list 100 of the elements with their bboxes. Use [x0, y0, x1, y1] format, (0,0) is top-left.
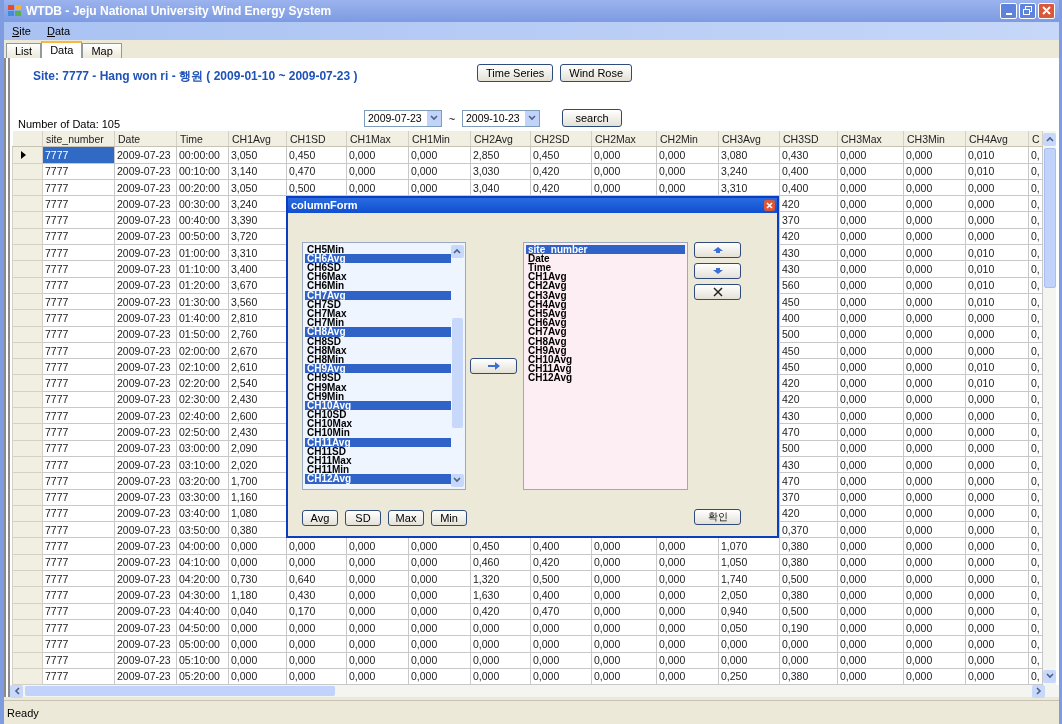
close-icon — [1042, 6, 1051, 16]
list-item[interactable]: CH7Max — [305, 309, 451, 319]
chevron-down-icon — [1045, 673, 1054, 680]
status-bar: Ready — [4, 700, 1059, 724]
list-item[interactable]: CH2Avg — [526, 281, 685, 291]
list-item[interactable]: Time — [526, 263, 685, 273]
list-item[interactable]: CH7Avg — [526, 327, 685, 337]
list-item[interactable]: CH10Avg — [305, 400, 451, 411]
list-item[interactable]: CH8Avg — [526, 336, 685, 346]
date-from-combo[interactable]: 2009-07-23 — [364, 109, 442, 127]
filter-button[interactable]: Max — [388, 509, 424, 526]
available-columns-list[interactable]: CH5Min CH6Avg CH6SD CH6Max CH6Min CH7Avg CH7SD CH7Max CH7Min CH8Avg CH8SD CH8Max CH8Min CH9Avg CH9SD CH9Max CH9Min CH10Avg CH10SD CH10Max CH10Min CH11Avg CH11SD CH11Max CH11Min CH12Avg — [302, 241, 466, 490]
site-label: Site: 7777 - Hang won ri - 행원 ( 2009-01-10 ~ 2009-07-23 ) — [33, 67, 359, 85]
list-item[interactable]: CH9Min — [305, 391, 451, 401]
list-item[interactable]: CH6Min — [305, 281, 451, 291]
column-header[interactable]: Date — [114, 130, 177, 147]
filter-button[interactable]: SD — [345, 509, 381, 526]
list-item[interactable]: CH12Avg — [526, 373, 685, 383]
column-header[interactable]: CH3Avg — [718, 130, 780, 147]
column-header[interactable]: CH2SD — [530, 130, 592, 147]
close-button[interactable] — [1038, 2, 1055, 19]
move-down-button[interactable] — [694, 262, 741, 279]
list-item[interactable]: Date — [526, 253, 685, 264]
chevron-down-icon — [453, 477, 461, 484]
list-item[interactable]: CH1Avg — [526, 272, 685, 282]
list-item[interactable]: CH11Min — [305, 465, 451, 475]
close-icon[interactable] — [764, 199, 775, 211]
date-to-combo[interactable]: 2009-10-23 — [462, 109, 540, 127]
add-column-button[interactable] — [470, 357, 517, 374]
column-header[interactable]: CH1SD — [286, 130, 347, 147]
view-button[interactable]: Wind Rose — [560, 63, 633, 82]
list-item[interactable]: CH7SD — [305, 299, 451, 309]
column-header[interactable]: CH1Max — [346, 130, 409, 147]
column-header[interactable]: CH2Avg — [470, 130, 531, 147]
scroll-thumb[interactable] — [451, 317, 463, 428]
horizontal-scrollbar[interactable] — [10, 685, 1059, 698]
filter-button[interactable]: Avg — [302, 509, 338, 526]
list-item[interactable]: CH8SD — [305, 336, 451, 346]
list-item[interactable]: CH5Min — [305, 244, 451, 254]
chevron-up-icon — [1045, 136, 1054, 143]
filter-button[interactable]: Min — [431, 509, 467, 526]
tab[interactable]: Map — [82, 42, 122, 58]
list-item[interactable]: CH11Avg — [305, 437, 451, 447]
list-item[interactable]: CH9SD — [305, 373, 451, 383]
maximize-button[interactable] — [1019, 2, 1036, 19]
list-item[interactable]: CH9Avg — [305, 364, 451, 374]
column-header[interactable]: CH3Max — [837, 130, 904, 147]
list-item[interactable]: CH9Max — [305, 382, 451, 392]
menu-item[interactable]: Site — [10, 24, 33, 37]
row-pointer-icon — [21, 150, 26, 159]
list-item[interactable]: CH3Avg — [526, 290, 685, 300]
list-item[interactable]: CH10Avg — [526, 354, 685, 365]
column-header[interactable]: CH2Max — [591, 130, 657, 147]
list-item[interactable]: CH6Avg — [305, 253, 451, 264]
column-header[interactable]: CH1Avg — [228, 130, 287, 147]
search-button[interactable]: search — [562, 108, 622, 127]
list-item[interactable]: CH10Max — [305, 419, 451, 429]
tab[interactable]: List — [6, 42, 42, 58]
list-item[interactable]: CH10Min — [305, 428, 451, 438]
view-button[interactable]: Time Series — [477, 63, 554, 82]
move-up-button[interactable] — [694, 241, 741, 258]
column-header[interactable]: Time — [176, 130, 229, 147]
list-scrollbar[interactable] — [451, 244, 463, 487]
list-item[interactable]: CH8Max — [305, 345, 451, 355]
arrow-right-icon — [487, 361, 500, 370]
list-item[interactable]: CH8Min — [305, 354, 451, 365]
list-item[interactable]: CH11Max — [305, 456, 451, 466]
list-item[interactable]: CH10SD — [305, 410, 451, 420]
ok-button[interactable]: 확인 — [694, 508, 741, 525]
column-header[interactable]: CH4Avg — [965, 130, 1029, 147]
minimize-button[interactable] — [1000, 2, 1017, 19]
x-icon — [712, 286, 723, 297]
column-header[interactable]: CH1Min — [408, 130, 471, 147]
list-item[interactable]: CH7Avg — [305, 290, 451, 300]
remove-button[interactable] — [694, 283, 741, 300]
list-item[interactable]: CH8Avg — [305, 327, 451, 337]
corner-header — [12, 130, 43, 147]
list-item[interactable]: CH11Avg — [526, 364, 685, 374]
list-item[interactable]: CH11SD — [305, 446, 451, 456]
tab[interactable]: Data — [41, 40, 83, 58]
selected-columns-list[interactable]: site_number Date Time CH1Avg CH2Avg CH3Avg CH4Avg CH5Avg CH6Avg CH7Avg CH8Avg CH9Avg CH10Avg CH11Avg CH12Avg — [523, 241, 688, 490]
list-item[interactable]: CH6Max — [305, 272, 451, 282]
restore-icon — [1023, 6, 1032, 16]
column-header[interactable]: CH3Min — [903, 130, 966, 147]
column-header[interactable]: CH2Min — [656, 130, 719, 147]
column-header[interactable]: CH3SD — [779, 130, 838, 147]
dialog-title: columnForm — [291, 199, 358, 212]
minimize-icon — [1005, 12, 1012, 15]
scroll-thumb[interactable] — [25, 686, 335, 697]
column-header[interactable]: site_number — [42, 130, 115, 147]
list-item[interactable]: CH6Avg — [526, 318, 685, 328]
list-item[interactable]: site_number — [526, 244, 685, 254]
list-item[interactable]: CH6SD — [305, 263, 451, 273]
menu-item[interactable]: Data — [44, 24, 73, 37]
list-item[interactable]: CH4Avg — [526, 299, 685, 309]
list-item[interactable]: CH5Avg — [526, 309, 685, 319]
list-item[interactable]: CH9Avg — [526, 345, 685, 355]
list-item[interactable]: CH12Avg — [305, 474, 451, 484]
list-item[interactable]: CH7Min — [305, 318, 451, 328]
scroll-thumb[interactable] — [1043, 147, 1056, 288]
